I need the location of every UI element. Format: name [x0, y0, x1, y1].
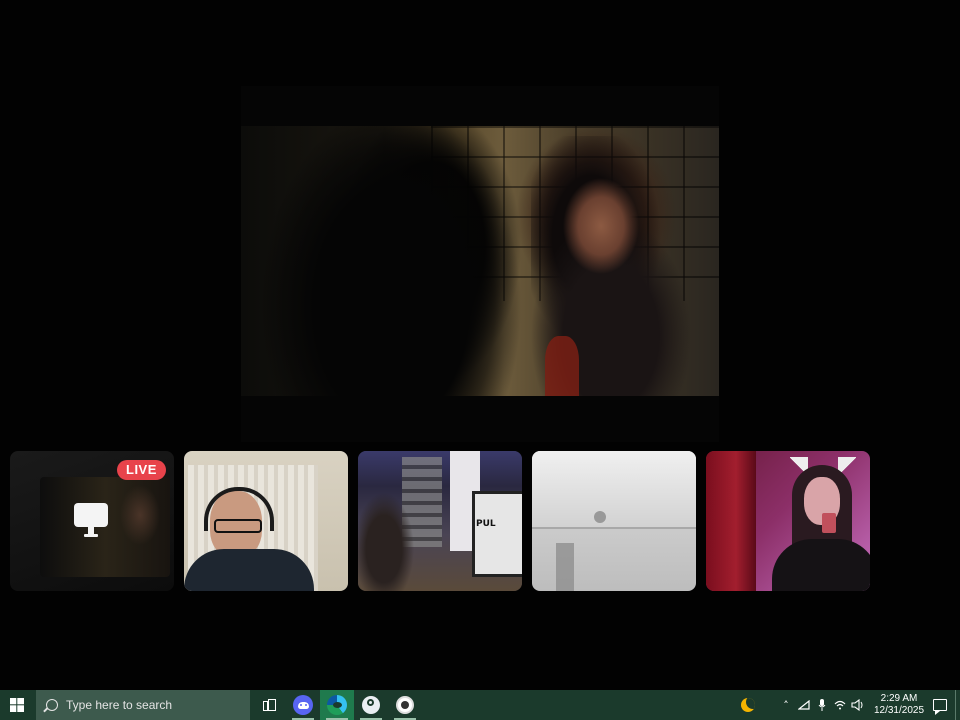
windows-logo-icon [10, 698, 24, 712]
participant-tile-screen-share[interactable]: LIVE [10, 451, 174, 591]
steam-icon [362, 696, 380, 714]
taskbar-search-box[interactable]: Type here to search [36, 690, 250, 720]
wall-shadow [556, 543, 574, 591]
participant-body [184, 549, 314, 591]
clock-date: 12/31/2025 [873, 705, 925, 716]
chevron-up-icon[interactable]: ˄ [777, 690, 795, 720]
wall-edge [532, 527, 696, 529]
volume-icon[interactable] [849, 690, 867, 720]
participant-tile-4[interactable] [532, 451, 696, 591]
taskbar-obs[interactable] [388, 690, 422, 720]
taskbar-discord[interactable] [286, 690, 320, 720]
obs-icon [396, 696, 414, 714]
participant-strip: LIVE PUL [10, 451, 950, 591]
edge-icon [327, 695, 347, 715]
participant-shirt [772, 539, 870, 591]
discord-icon [293, 695, 313, 715]
ceiling-light [594, 511, 606, 523]
participant-tile-2[interactable] [184, 451, 348, 591]
monitor [472, 491, 522, 577]
main-shared-video[interactable] [241, 86, 719, 442]
participant-tile-5[interactable] [706, 451, 870, 591]
screen-share-icon-base [84, 534, 98, 537]
glasses [214, 519, 262, 533]
video-call-stage: LIVE PUL [0, 0, 960, 690]
drink-cup [822, 513, 836, 533]
monitor-text: PUL [476, 519, 496, 529]
scene-shirt [545, 336, 579, 396]
task-view-icon [263, 699, 276, 711]
start-button[interactable] [0, 690, 34, 720]
clock-time: 2:29 AM [880, 693, 918, 704]
live-badge: LIVE [117, 460, 166, 480]
network-icon[interactable] [795, 690, 813, 720]
task-view-button[interactable] [252, 690, 286, 720]
search-placeholder: Type here to search [66, 698, 173, 712]
red-curtain [706, 451, 756, 591]
participant-tile-3[interactable]: PUL [358, 451, 522, 591]
show-desktop-button[interactable] [955, 690, 960, 720]
system-tray: ˄ 2:29 AM 12/31/2025 [741, 690, 960, 720]
screen-share-thumbnail [40, 477, 170, 577]
notification-icon [933, 699, 947, 711]
wifi-icon[interactable] [831, 690, 849, 720]
taskbar-steam[interactable] [354, 690, 388, 720]
screen-share-icon [74, 503, 108, 527]
participant-person [358, 489, 418, 591]
search-icon [46, 699, 58, 711]
microphone-icon[interactable] [813, 690, 831, 720]
action-center-button[interactable] [925, 690, 955, 720]
taskbar-edge[interactable] [320, 690, 354, 720]
windows-taskbar: Type here to search ˄ 2:29 AM 12/31/2025 [0, 690, 960, 720]
scene-silhouette [261, 126, 521, 396]
ceiling [532, 451, 696, 527]
moon-weather-icon[interactable] [741, 698, 755, 712]
taskbar-clock[interactable]: 2:29 AM 12/31/2025 [873, 693, 925, 717]
